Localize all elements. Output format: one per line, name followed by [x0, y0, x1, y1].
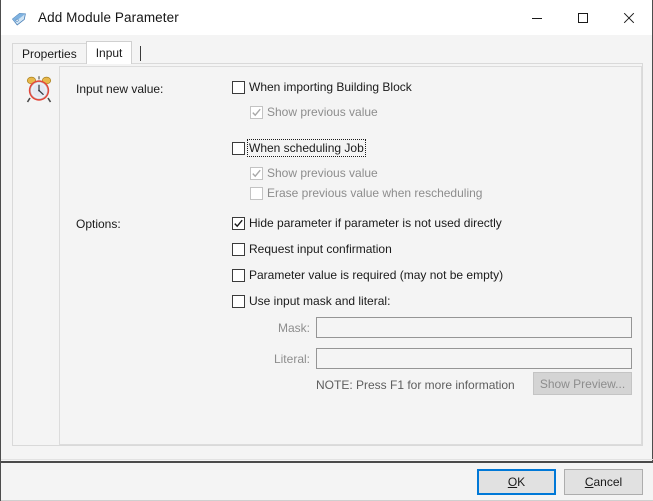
checkbox-request-input-confirmation-label: Request input confirmation	[249, 242, 392, 256]
form-inner-panel: Input new value: When importing Building…	[59, 66, 642, 445]
checkbox-erase-previous-value-label: Erase previous value when rescheduling	[267, 186, 483, 200]
options-label: Options:	[76, 217, 121, 231]
cancel-button-label: Cancel	[585, 475, 622, 489]
checkbox-parameter-value-required-label: Parameter value is required (may not be …	[249, 268, 504, 282]
tab-strip: Properties Input	[1, 41, 652, 64]
checkbox-hide-parameter[interactable]	[232, 216, 245, 230]
checkbox-show-previous-value-import-label: Show previous value	[267, 105, 378, 119]
checkbox-hide-parameter-label: Hide parameter if parameter is not used …	[249, 216, 502, 230]
ok-button-label: OK	[508, 475, 525, 489]
mask-label: Mask:	[277, 321, 310, 335]
close-button[interactable]	[606, 0, 652, 35]
checkbox-row-hide-parameter[interactable]: Hide parameter if parameter is not used …	[232, 216, 502, 230]
checkbox-when-scheduling-job-label: When scheduling Job	[247, 139, 366, 157]
checkbox-request-input-confirmation[interactable]	[232, 242, 245, 256]
ok-button[interactable]: OK	[477, 469, 556, 495]
checkbox-row-erase-previous-value: Erase previous value when rescheduling	[250, 186, 482, 200]
maximize-icon	[578, 12, 588, 23]
window-controls	[514, 0, 652, 35]
literal-input[interactable]	[316, 348, 632, 369]
minimize-icon	[532, 17, 542, 19]
show-preview-button-label: Show Preview...	[539, 376, 626, 391]
tab-input-label: Input	[95, 46, 123, 60]
dialog-window: Add Module Parameter Properties Input In…	[0, 0, 653, 501]
checkbox-row-parameter-value-required[interactable]: Parameter value is required (may not be …	[232, 268, 503, 282]
minimize-button[interactable]	[514, 0, 560, 35]
tab-properties[interactable]: Properties	[12, 43, 87, 64]
checkbox-parameter-value-required[interactable]	[232, 268, 245, 282]
titlebar: Add Module Parameter	[1, 0, 652, 35]
checkbox-row-when-importing-building-block[interactable]: When importing Building Block	[232, 80, 412, 94]
checkbox-show-previous-value-schedule	[250, 166, 263, 180]
show-preview-button[interactable]: Show Preview...	[533, 372, 632, 395]
checkbox-use-input-mask-label: Use input mask and literal:	[249, 294, 391, 308]
ok-accel: O	[507, 475, 518, 489]
checkbox-when-importing-building-block-label: When importing Building Block	[249, 80, 412, 94]
cancel-rest: ancel	[593, 475, 623, 489]
literal-label: Literal:	[273, 352, 310, 366]
tab-input[interactable]: Input	[85, 41, 133, 64]
checkbox-use-input-mask[interactable]	[232, 294, 245, 308]
tab-properties-label: Properties	[22, 47, 77, 61]
tab-focus-caret	[140, 46, 142, 61]
tab-content-panel: Input new value: When importing Building…	[12, 63, 643, 446]
note-text: NOTE: Press F1 for more information	[316, 378, 515, 392]
tag-icon	[10, 8, 30, 28]
checkbox-row-when-scheduling-job[interactable]: When scheduling Job	[232, 139, 366, 157]
input-new-value-label: Input new value:	[76, 82, 164, 96]
window-title: Add Module Parameter	[38, 10, 179, 25]
footer-bar: OK Cancel	[1, 463, 653, 501]
close-icon	[623, 12, 635, 23]
checkbox-show-previous-value-schedule-label: Show previous value	[267, 166, 378, 180]
cancel-button[interactable]: Cancel	[564, 469, 643, 495]
checkbox-row-request-input-confirmation[interactable]: Request input confirmation	[232, 242, 392, 256]
alarm-clock-icon	[24, 74, 54, 104]
checkbox-when-importing-building-block[interactable]	[232, 80, 245, 94]
ok-rest: K	[517, 475, 526, 489]
checkbox-erase-previous-value	[250, 186, 263, 200]
mask-input[interactable]	[316, 317, 632, 338]
checkbox-when-scheduling-job[interactable]	[232, 141, 245, 155]
checkbox-row-use-input-mask[interactable]: Use input mask and literal:	[232, 294, 390, 308]
checkbox-show-previous-value-import	[250, 105, 263, 119]
maximize-button[interactable]	[560, 0, 606, 35]
footer-divider-highlight	[1, 459, 653, 460]
checkbox-row-show-previous-value-schedule: Show previous value	[250, 166, 378, 180]
checkbox-row-show-previous-value-import: Show previous value	[250, 105, 378, 119]
